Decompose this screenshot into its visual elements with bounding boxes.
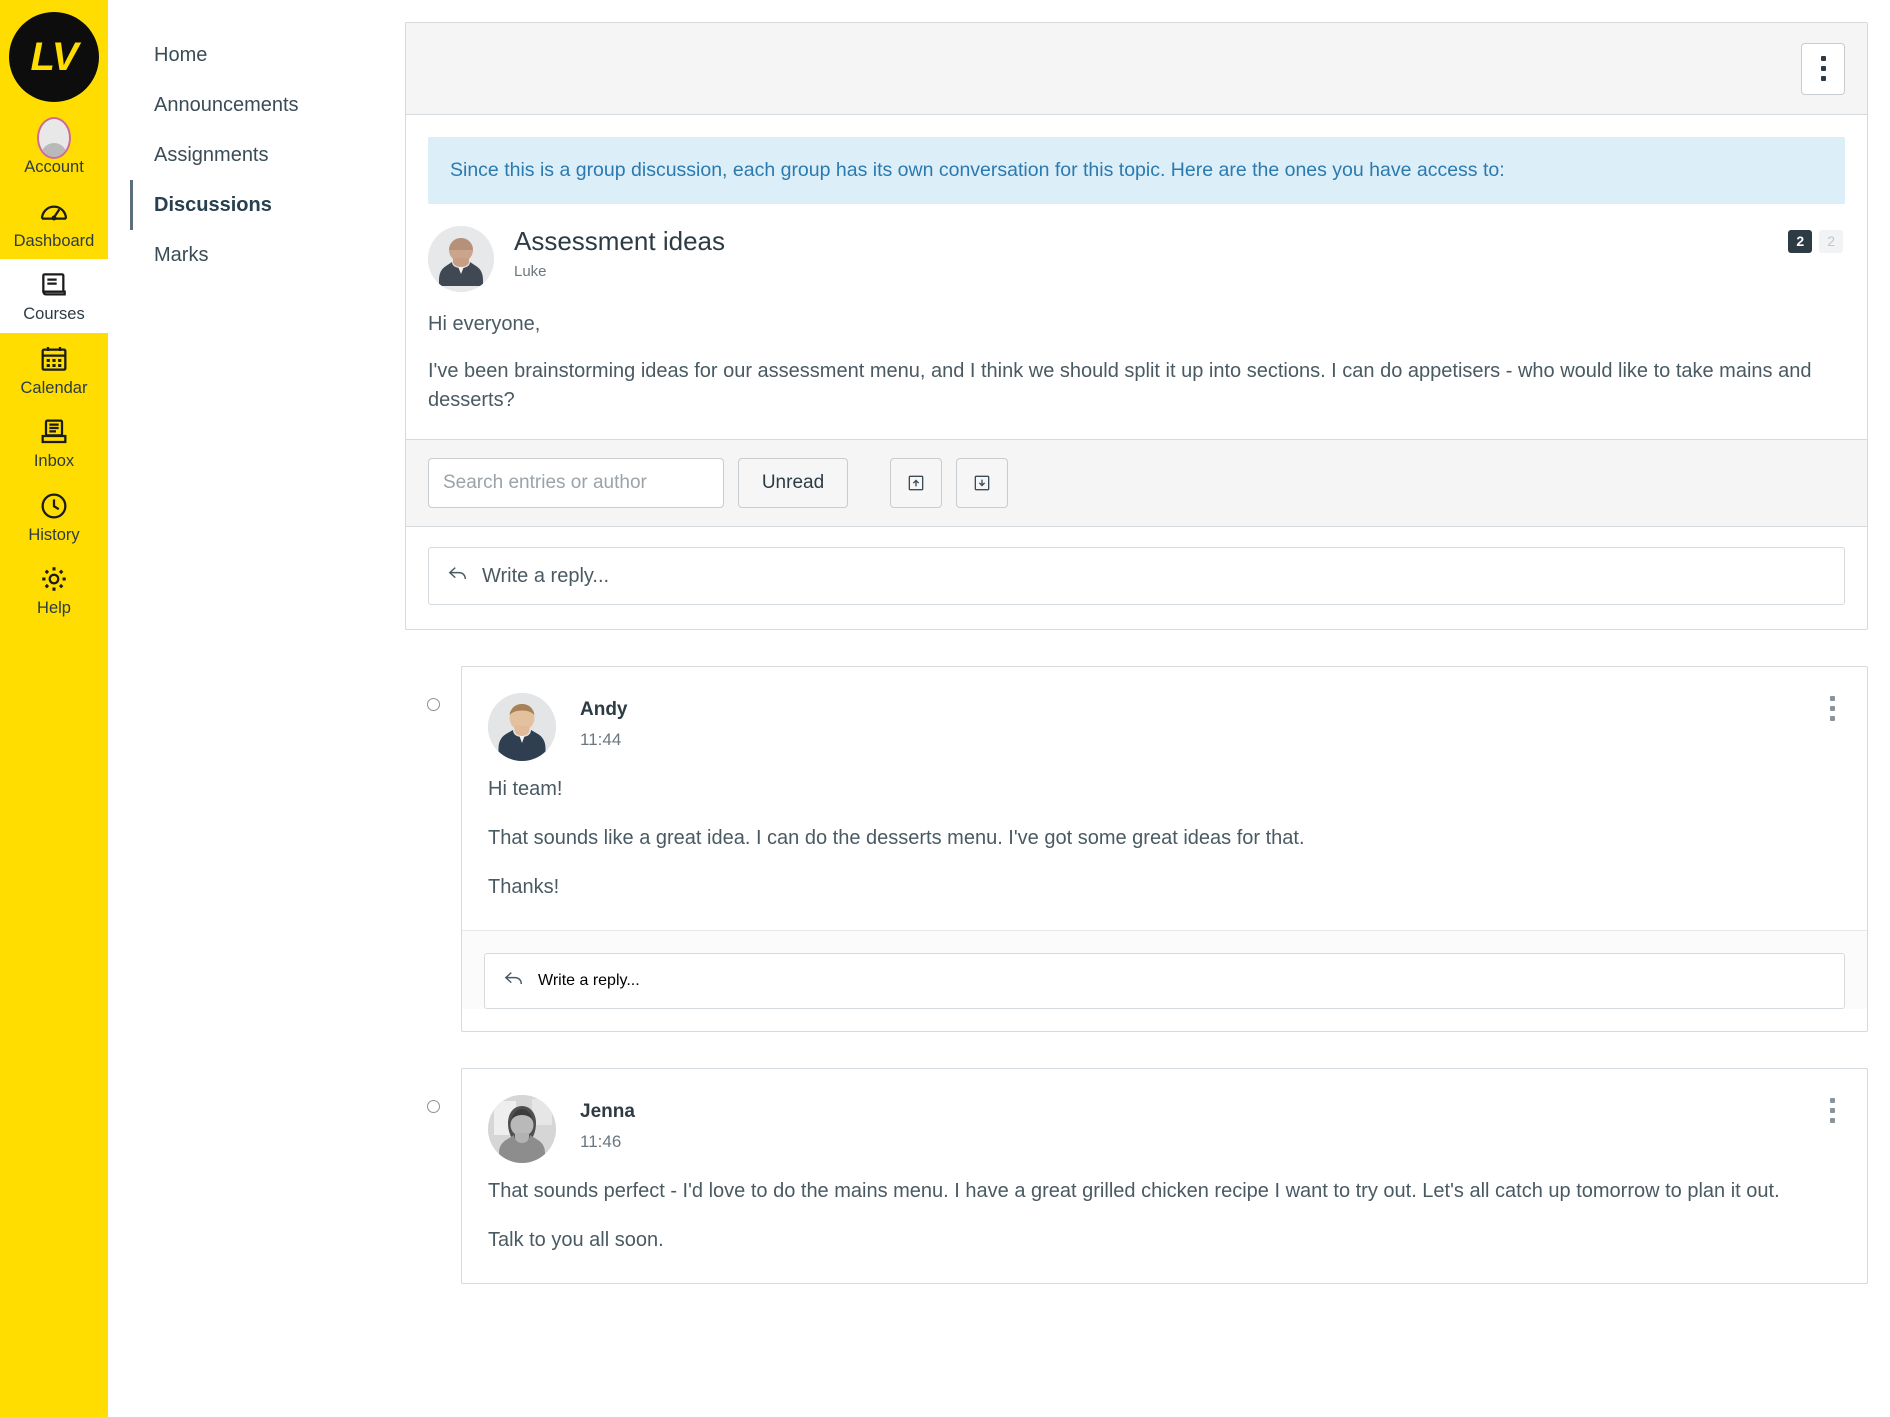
entry-paragraph-2: That sounds like a great idea. I can do … <box>488 827 1305 849</box>
app-root: LV Account Dashboard Courses Calendar In… <box>0 0 1890 1417</box>
course-nav-item-home[interactable]: Home <box>130 30 393 80</box>
clock-icon <box>37 489 71 523</box>
gauge-icon <box>37 195 71 229</box>
entry-message-body: That sounds perfect - I'd love to do the… <box>462 1163 1867 1283</box>
reply-arrow-icon <box>447 564 469 589</box>
global-nav-item-dashboard[interactable]: Dashboard <box>0 186 108 260</box>
discussion-main: Since this is a group discussion, each g… <box>393 0 1890 1417</box>
unread-count-badge: 2 <box>1788 230 1813 253</box>
entry-author-name: Andy <box>580 699 628 720</box>
global-nav-item-help[interactable]: Help <box>0 553 108 627</box>
global-nav-label-history: History <box>28 525 80 544</box>
topic-reply-box[interactable]: Write a reply... <box>428 547 1845 605</box>
unread-filter-button[interactable]: Unread <box>738 458 848 508</box>
entry-meta: Andy 11:44 <box>580 693 628 750</box>
book-icon <box>37 268 71 302</box>
course-navigation: Home Announcements Assignments Discussio… <box>108 0 393 1417</box>
unread-indicator-dot[interactable] <box>426 1100 440 1113</box>
entry-more-options-button[interactable] <box>1817 1093 1847 1127</box>
global-nav-item-calendar[interactable]: Calendar <box>0 333 108 407</box>
entry-author-avatar <box>488 693 556 761</box>
entry-unread-marker-col <box>405 666 461 711</box>
entry-message-body: Hi team! That sounds like a great idea. … <box>462 761 1867 930</box>
course-nav-item-discussions[interactable]: Discussions <box>130 180 393 230</box>
discussion-topic-card: Since this is a group discussion, each g… <box>405 22 1868 630</box>
topic-reply-placeholder: Write a reply... <box>482 564 610 587</box>
total-replies-badge: 2 <box>1819 230 1843 253</box>
global-nav-item-account[interactable]: Account <box>0 112 108 186</box>
topic-more-options-button[interactable] <box>1801 42 1845 95</box>
entry-author-name: Jenna <box>580 1101 635 1122</box>
topic-author-name: Luke <box>514 263 547 281</box>
topic-badges: 2 2 <box>1788 230 1843 253</box>
discussion-entry-jenna: Jenna 11:46 That sounds perfect - I'd lo… <box>405 1068 1868 1284</box>
global-nav-label-calendar: Calendar <box>20 378 88 397</box>
entry-card: Jenna 11:46 That sounds perfect - I'd lo… <box>461 1068 1868 1284</box>
topic-message-body: Hi everyone, I've been brainstorming ide… <box>406 292 1867 439</box>
topic-paragraph-1: Hi everyone, <box>428 313 541 335</box>
topic-author-avatar <box>428 226 494 292</box>
global-nav-label-account: Account <box>24 158 84 176</box>
global-nav-item-courses[interactable]: Courses <box>0 259 108 333</box>
entry-author-avatar <box>488 1095 556 1163</box>
gear-icon <box>37 562 71 596</box>
expand-down-icon[interactable] <box>956 458 1008 508</box>
topic-toolbar <box>406 23 1867 115</box>
global-nav-label-courses: Courses <box>23 305 85 323</box>
topic-header: Assessment ideas Luke 2 2 <box>406 204 1867 292</box>
topic-title: Assessment ideas <box>514 226 725 256</box>
entry-timestamp: 11:46 <box>580 1132 622 1151</box>
course-nav-item-announcements[interactable]: Announcements <box>130 80 393 130</box>
entry-meta: Jenna 11:46 <box>580 1095 635 1152</box>
group-discussion-notice: Since this is a group discussion, each g… <box>428 137 1845 204</box>
entry-paragraph-3: Thanks! <box>488 876 560 898</box>
entry-reply-box[interactable]: Write a reply... <box>484 953 1845 1009</box>
discussion-entry-andy: Andy 11:44 Hi team! That sounds like a g… <box>405 666 1868 1032</box>
global-navigation: LV Account Dashboard Courses Calendar In… <box>0 0 108 1417</box>
global-nav-item-history[interactable]: History <box>0 480 108 554</box>
topic-paragraph-2: I've been brainstorming ideas for our as… <box>428 360 1812 411</box>
entry-reply-placeholder: Write a reply... <box>538 972 640 989</box>
logo-wrap: LV <box>0 6 108 112</box>
collapse-up-icon[interactable] <box>890 458 942 508</box>
entry-card: Andy 11:44 Hi team! That sounds like a g… <box>461 666 1868 1032</box>
entry-paragraph-1: Hi team! <box>488 778 563 800</box>
global-nav-label-help: Help <box>37 599 71 617</box>
topic-title-block: Assessment ideas Luke <box>514 226 725 280</box>
entry-header: Jenna 11:46 <box>462 1069 1867 1163</box>
entry-unread-marker-col <box>405 1068 461 1113</box>
global-nav-label-inbox: Inbox <box>33 452 75 470</box>
entry-header: Andy 11:44 <box>462 667 1867 761</box>
reply-arrow-icon <box>503 969 525 994</box>
entry-timestamp: 11:44 <box>580 730 622 749</box>
entry-paragraph-2: Talk to you all soon. <box>488 1229 664 1251</box>
inbox-tray-icon <box>37 415 71 449</box>
entries-filter-bar: Unread <box>406 439 1867 527</box>
course-nav-item-marks[interactable]: Marks <box>130 230 393 280</box>
global-nav-label-dashboard: Dashboard <box>13 231 95 250</box>
search-entries-input[interactable] <box>428 458 724 508</box>
user-avatar-icon <box>37 117 71 159</box>
calendar-icon <box>37 342 71 376</box>
course-nav-item-assignments[interactable]: Assignments <box>130 130 393 180</box>
brand-logo[interactable]: LV <box>9 12 99 102</box>
entry-more-options-button[interactable] <box>1817 691 1847 725</box>
entry-paragraph-1: That sounds perfect - I'd love to do the… <box>488 1180 1780 1202</box>
unread-indicator-dot[interactable] <box>426 698 440 711</box>
global-nav-item-inbox[interactable]: Inbox <box>0 406 108 480</box>
entry-reply-wrap: Write a reply... <box>462 930 1867 1009</box>
